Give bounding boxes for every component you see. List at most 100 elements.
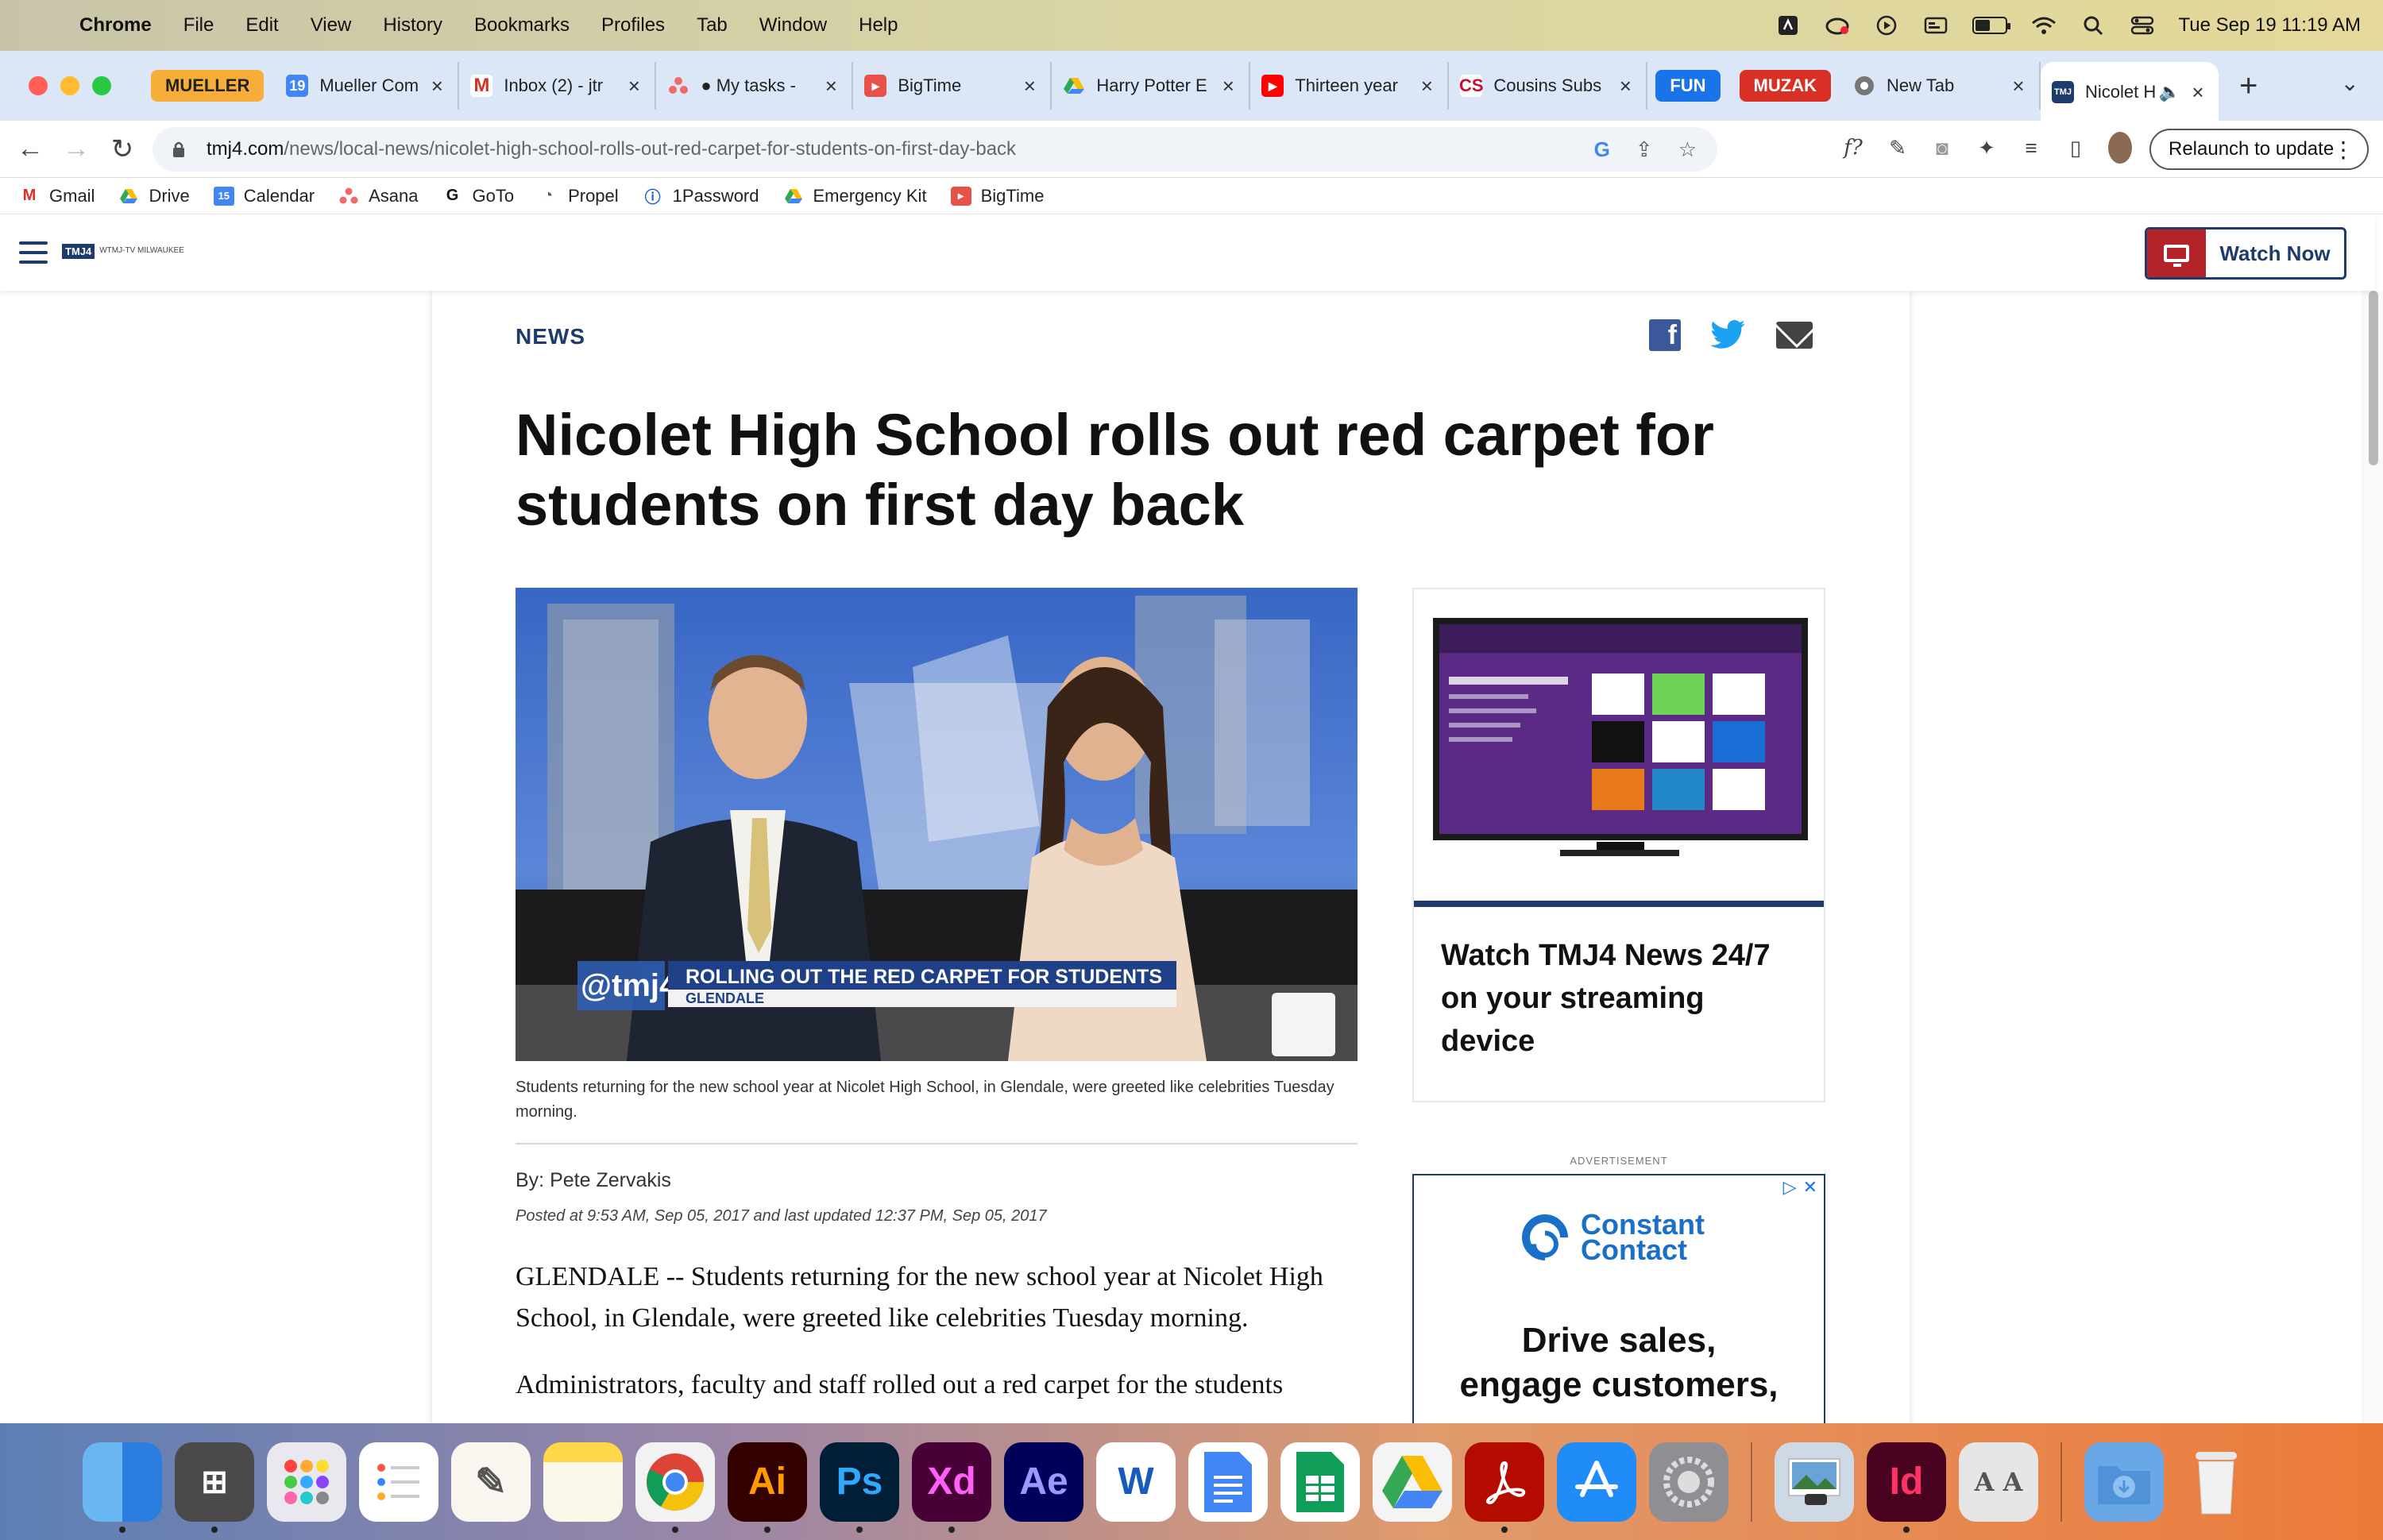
close-tab-icon[interactable]: × (2188, 80, 2207, 105)
preview-icon[interactable] (1775, 1442, 1854, 1522)
tmj4-logo[interactable]: TMJ4 WTMJ-TV MILWAUKEE (62, 241, 184, 261)
side-panel-icon[interactable]: ▯ (2064, 132, 2088, 164)
font-finder-extension-icon[interactable]: f? (1841, 132, 1865, 164)
calculator-icon[interactable]: ⊞ (175, 1442, 254, 1533)
google-drive-icon[interactable] (1373, 1442, 1452, 1522)
section-label[interactable]: NEWS (516, 324, 585, 349)
tab-search-chevron-icon[interactable]: ⌄ (2341, 70, 2359, 96)
notes-icon[interactable] (543, 1442, 623, 1522)
audio-playing-icon[interactable]: 🔈 (2159, 82, 2180, 102)
bookmark-1password[interactable]: ⓘ 1Password (643, 186, 759, 207)
extensions-puzzle-icon[interactable]: ✦ (1975, 132, 1999, 164)
font-book-icon[interactable]: A A (1959, 1442, 2038, 1522)
trash-icon[interactable] (2176, 1442, 2256, 1522)
tab-cousins-subs[interactable]: CS Cousins Subs × (1449, 62, 1648, 110)
screenshot-extension-icon[interactable]: ◙ (1930, 132, 1954, 164)
ad-close-icon[interactable]: ✕ (1803, 1177, 1817, 1198)
after-effects-icon[interactable]: Ae (1004, 1442, 1083, 1522)
share-icon[interactable]: ⇪ (1636, 137, 1653, 162)
reminders-icon[interactable] (359, 1442, 438, 1522)
tab-my-tasks[interactable]: ● My tasks - × (656, 62, 854, 110)
bookmark-star-icon[interactable]: ☆ (1678, 137, 1697, 162)
google-lens-icon[interactable]: G (1594, 137, 1610, 162)
lock-icon[interactable] (172, 141, 187, 158)
menu-bookmarks[interactable]: Bookmarks (474, 14, 570, 37)
tab-group-mueller[interactable]: MUELLER (151, 70, 265, 102)
wifi-icon[interactable] (2031, 14, 2057, 37)
control-center-icon[interactable] (2130, 14, 2155, 37)
scrollbar-thumb[interactable] (2369, 291, 2378, 465)
close-tab-icon[interactable]: × (2009, 74, 2028, 98)
tab-bigtime[interactable]: ▸ BigTime × (853, 62, 1052, 110)
tab-new-tab[interactable]: New Tab × (1842, 62, 2041, 110)
tab-inbox[interactable]: M Inbox (2) - jtr × (459, 62, 657, 110)
illustrator-icon[interactable]: Ai (728, 1442, 807, 1533)
close-tab-icon[interactable]: × (1616, 74, 1635, 98)
xd-icon[interactable]: Xd (912, 1442, 991, 1533)
downloads-folder-icon[interactable] (2084, 1442, 2164, 1522)
article-hero-image[interactable]: @tmj4 ROLLING OUT THE RED CARPET FOR STU… (516, 588, 1358, 1061)
hamburger-menu-icon[interactable] (19, 241, 48, 264)
relaunch-to-update-button[interactable]: Relaunch to update ⋮ (2149, 129, 2369, 170)
google-docs-icon[interactable] (1188, 1442, 1268, 1522)
more-menu-icon[interactable]: ⋮ (2332, 137, 2354, 163)
back-button[interactable]: ← (14, 133, 46, 164)
promo-title[interactable]: Watch TMJ4 News 24/7 on your streaming d… (1441, 934, 1798, 1063)
menu-window[interactable]: Window (759, 14, 827, 37)
facebook-share-icon[interactable]: f (1649, 319, 1681, 351)
reload-button[interactable]: ↻ (106, 133, 138, 165)
tab-group-fun[interactable]: FUN (1655, 70, 1721, 102)
forward-button[interactable]: → (60, 133, 92, 164)
watch-now-button[interactable]: Watch Now (2145, 227, 2346, 280)
textedit-icon[interactable]: ✎ (451, 1442, 531, 1522)
bookmark-propel[interactable]: ◔ Propel (538, 186, 619, 206)
finder-icon[interactable] (83, 1442, 162, 1533)
minimize-window-button[interactable] (60, 76, 79, 95)
apple-menu-icon[interactable] (24, 10, 56, 41)
close-tab-icon[interactable]: × (821, 74, 840, 98)
new-tab-button[interactable]: + (2239, 68, 2257, 104)
bookmark-gmail[interactable]: M Gmail (19, 186, 95, 206)
twitter-share-icon[interactable] (1709, 319, 1748, 351)
menu-file[interactable]: File (183, 14, 214, 37)
launchpad-icon[interactable] (267, 1442, 346, 1522)
menu-edit[interactable]: Edit (245, 14, 278, 37)
bookmark-calendar[interactable]: 15 Calendar (213, 186, 315, 206)
zoom-window-button[interactable] (92, 76, 111, 95)
close-tab-icon[interactable]: × (1219, 74, 1238, 98)
eyedropper-extension-icon[interactable]: ✎ (1886, 132, 1910, 164)
status-app-icon[interactable] (1775, 14, 1801, 37)
word-icon[interactable]: W (1096, 1442, 1176, 1522)
tab-mueller-comm[interactable]: 19 Mueller Comm × (275, 62, 460, 110)
menu-view[interactable]: View (311, 14, 352, 37)
tab-thirteen-year[interactable]: ▶ Thirteen year × (1250, 62, 1450, 110)
profile-avatar[interactable] (2108, 132, 2132, 164)
menu-history[interactable]: History (383, 14, 442, 37)
clock-datetime[interactable]: Tue Sep 19 11:19 AM (2179, 14, 2362, 37)
creative-cloud-icon[interactable] (1825, 14, 1850, 37)
ad-choices-icon[interactable]: ▷ (1783, 1177, 1797, 1198)
menu-help[interactable]: Help (859, 14, 898, 37)
spotlight-search-icon[interactable] (2080, 14, 2106, 37)
battery-icon[interactable] (1972, 17, 2010, 34)
bookmark-asana[interactable]: Asana (338, 186, 418, 206)
google-sheets-icon[interactable] (1280, 1442, 1360, 1522)
close-tab-icon[interactable]: × (624, 74, 643, 98)
chrome-dock-icon[interactable] (635, 1442, 715, 1533)
streaming-promo-card[interactable]: Watch TMJ4 News 24/7 on your streaming d… (1412, 588, 1825, 1102)
close-tab-icon[interactable]: × (1020, 74, 1039, 98)
tab-harry-potter[interactable]: Harry Potter E × (1052, 62, 1251, 110)
bookmark-goto[interactable]: G GoTo (442, 186, 514, 206)
bookmark-drive[interactable]: Drive (118, 186, 190, 206)
media-queue-icon[interactable]: ≡ (2019, 132, 2043, 164)
menu-profiles[interactable]: Profiles (601, 14, 665, 37)
acrobat-icon[interactable] (1465, 1442, 1544, 1533)
email-share-icon[interactable] (1776, 322, 1813, 349)
tab-nicolet-active[interactable]: TMJ Nicolet H 🔈 × (2040, 62, 2219, 122)
ad-choices[interactable]: ▷ ✕ (1783, 1177, 1817, 1198)
system-settings-icon[interactable] (1649, 1442, 1728, 1522)
indesign-icon[interactable]: Id (1867, 1442, 1946, 1533)
menu-app-chrome[interactable]: Chrome (79, 14, 152, 37)
page-scrollbar[interactable] (2362, 291, 2383, 1423)
menu-tab[interactable]: Tab (697, 14, 728, 37)
